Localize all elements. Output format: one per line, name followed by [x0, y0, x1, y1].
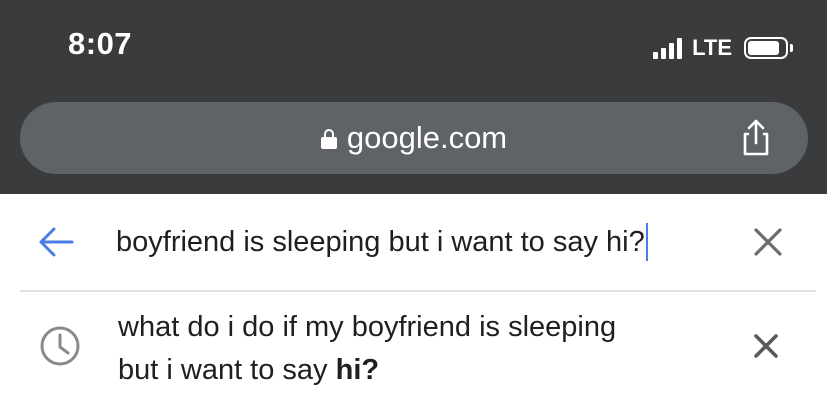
text-caret: [645, 223, 648, 261]
history-clock-icon: [38, 324, 82, 368]
browser-chrome: 8:07 LTE google.com: [0, 0, 827, 194]
status-indicators: LTE: [653, 34, 793, 62]
search-input[interactable]: boyfriend is sleeping but i want to say …: [116, 220, 648, 264]
browser-screen: 8:07 LTE google.com boyfriend is sleepin…: [0, 0, 827, 401]
close-icon[interactable]: [750, 330, 782, 362]
url-bar[interactable]: google.com: [20, 102, 808, 174]
url-text: google.com: [346, 120, 508, 155]
share-icon[interactable]: [734, 116, 778, 160]
signal-icon: [653, 37, 683, 59]
suggestion-match-highlight: hi?: [335, 354, 380, 386]
suggestion-line-1: what do i do if my boyfriend is sleeping: [118, 311, 617, 343]
close-icon[interactable]: [748, 222, 788, 262]
battery-icon: [744, 37, 788, 59]
suggestion-line-2-text: but i want to say: [118, 354, 336, 386]
status-time: 8:07: [68, 26, 133, 61]
network-type: LTE: [692, 35, 732, 60]
search-row: boyfriend is sleeping but i want to say …: [0, 194, 827, 290]
suggestion-item[interactable]: what do i do if my boyfriend is sleeping…: [0, 292, 827, 401]
suggestion-line-2: but i want to say hi?: [118, 349, 616, 392]
arrow-left-icon[interactable]: [34, 220, 78, 264]
suggestion-text: what do i do if my boyfriend is sleeping…: [118, 306, 616, 392]
search-query: boyfriend is sleeping but i want to say …: [116, 225, 645, 258]
url-display: google.com: [20, 102, 808, 174]
lock-icon: [320, 129, 337, 149]
battery-tip: [790, 44, 793, 52]
